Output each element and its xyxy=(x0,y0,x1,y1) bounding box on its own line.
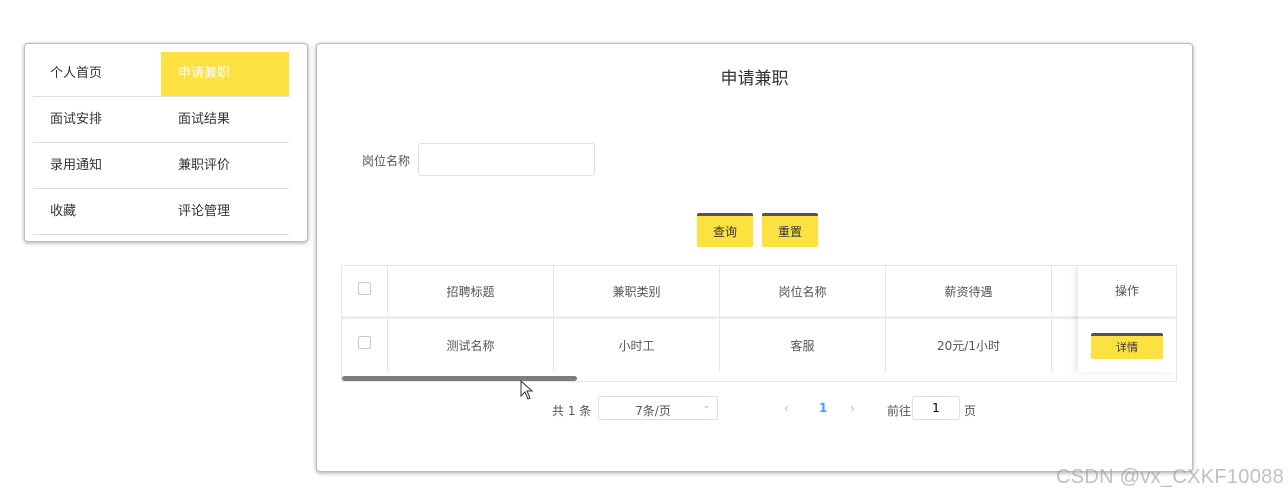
column-header: 兼职类别 xyxy=(554,266,720,316)
cell-hidden xyxy=(1052,319,1078,372)
select-all-checkbox[interactable] xyxy=(358,281,371,295)
action-cell: 详情 xyxy=(1078,319,1176,372)
table-row: 测试名称 小时工 客服 20元/1小时 xyxy=(342,319,1078,372)
fixed-action-column: 操作 详情 xyxy=(1078,266,1176,372)
cell-salary: 20元/1小时 xyxy=(886,319,1052,372)
jobs-table: 招聘标题 兼职类别 岗位名称 薪资待遇 测试名称 小时工 客服 20元/1小时 … xyxy=(341,265,1177,382)
cell-title: 测试名称 xyxy=(388,319,554,372)
page-size-value: 7条/页 xyxy=(635,404,671,418)
page-title: 申请兼职 xyxy=(720,69,789,89)
menu-item-comment-management[interactable]: 评论管理 xyxy=(161,190,289,234)
prev-page-icon[interactable]: ‹ xyxy=(784,401,789,415)
goto-suffix: 页 xyxy=(964,404,977,418)
horizontal-scrollbar[interactable] xyxy=(342,376,1176,381)
menu-row: 个人首页 申请兼职 xyxy=(33,52,289,97)
goto-label: 前往 xyxy=(887,404,912,418)
menu-row: 面试安排 面试结果 xyxy=(33,98,289,143)
menu-item-favorites[interactable]: 收藏 xyxy=(33,190,161,234)
header-checkbox-cell xyxy=(342,266,388,316)
watermark: CSDN @vx_CXKF10088 xyxy=(1055,466,1284,488)
menu-grid: 个人首页 申请兼职 面试安排 面试结果 录用通知 兼职评价 收藏 评论管理 xyxy=(33,52,289,235)
mouse-pointer-icon xyxy=(520,380,534,400)
pagination: 共 1 条 7条/页 ⌄ ‹ 1 › 前往 页 xyxy=(317,396,1192,422)
cell-position: 客服 xyxy=(720,319,886,372)
main-panel: 申请兼职 岗位名称 查询 重置 招聘标题 兼职类别 岗位名称 薪资待遇 测试名称… xyxy=(316,43,1193,472)
query-button[interactable]: 查询 xyxy=(697,213,753,247)
total-count: 共 1 条 xyxy=(552,404,592,418)
menu-item-home[interactable]: 个人首页 xyxy=(33,52,161,96)
row-checkbox-cell xyxy=(342,319,388,372)
menu-row: 录用通知 兼职评价 xyxy=(33,144,289,189)
next-page-icon[interactable]: › xyxy=(850,401,855,415)
column-header: 招聘标题 xyxy=(388,266,554,316)
chevron-down-icon: ⌄ xyxy=(702,401,710,411)
menu-item-job-review[interactable]: 兼职评价 xyxy=(161,144,289,188)
goto-page-input[interactable] xyxy=(912,396,960,420)
column-header: 岗位名称 xyxy=(720,266,886,316)
menu-row: 收藏 评论管理 xyxy=(33,190,289,235)
action-column-header: 操作 xyxy=(1078,266,1176,319)
column-header-hidden xyxy=(1052,266,1078,316)
scrollbar-thumb[interactable] xyxy=(342,376,577,381)
column-header: 薪资待遇 xyxy=(886,266,1052,316)
table-header: 招聘标题 兼职类别 岗位名称 薪资待遇 xyxy=(342,266,1078,319)
position-name-input[interactable] xyxy=(418,143,595,176)
page-size-select[interactable]: 7条/页 ⌄ xyxy=(598,396,718,420)
menu-item-interview-results[interactable]: 面试结果 xyxy=(161,98,289,142)
page-number-current[interactable]: 1 xyxy=(819,401,827,415)
menu-item-apply-part-time[interactable]: 申请兼职 xyxy=(161,52,289,96)
side-menu: 个人首页 申请兼职 面试安排 面试结果 录用通知 兼职评价 收藏 评论管理 xyxy=(24,43,308,242)
menu-item-hire-notice[interactable]: 录用通知 xyxy=(33,144,161,188)
position-name-label: 岗位名称 xyxy=(362,154,411,168)
menu-item-interview-schedule[interactable]: 面试安排 xyxy=(33,98,161,142)
reset-button[interactable]: 重置 xyxy=(762,213,818,247)
row-checkbox[interactable] xyxy=(358,336,371,349)
cell-category: 小时工 xyxy=(554,319,720,372)
detail-button[interactable]: 详情 xyxy=(1091,332,1163,359)
